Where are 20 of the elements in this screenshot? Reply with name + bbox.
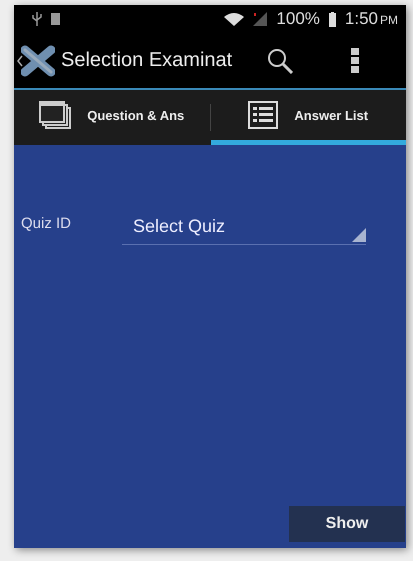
menu-icon[interactable] <box>351 48 359 74</box>
back-chevron-icon[interactable] <box>17 54 23 66</box>
list-icon <box>248 101 278 129</box>
battery-percent: 100% <box>276 9 320 29</box>
search-icon[interactable] <box>267 48 293 74</box>
tab[interactable]: Question & Ans <box>14 90 210 145</box>
battery-icon <box>328 12 336 26</box>
sd-card-icon <box>51 13 60 25</box>
windows-icon <box>39 101 72 129</box>
clock-suffix: PM <box>380 13 398 27</box>
field-label: Quiz ID <box>21 214 72 232</box>
app-title: Selection Examinat <box>61 49 234 72</box>
show-button[interactable]: Show <box>289 506 405 542</box>
quiz-dropdown[interactable]: Select Quiz <box>122 209 366 245</box>
x-logo-icon[interactable] <box>21 44 55 78</box>
wifi-icon <box>224 12 244 26</box>
signal-icon <box>253 12 268 26</box>
clock-time: 1:50 <box>344 9 378 28</box>
dropdown-triangle-icon <box>352 228 366 242</box>
usb-icon <box>32 12 42 26</box>
